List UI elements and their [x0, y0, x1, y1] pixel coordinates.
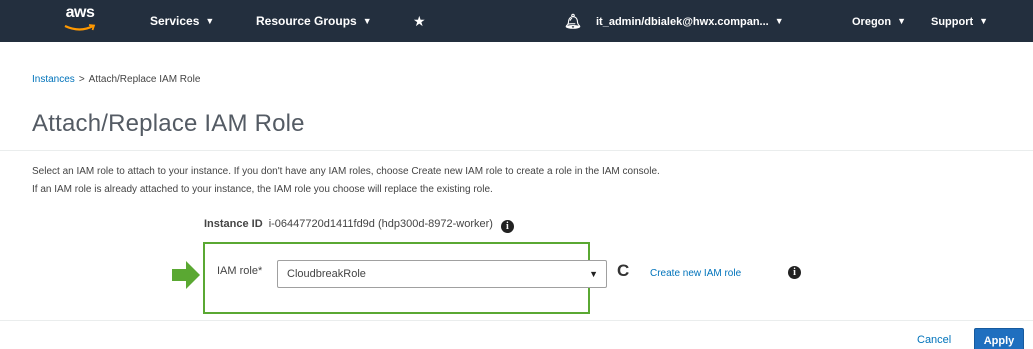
chevron-down-icon: ▼ [362, 16, 372, 26]
chevron-down-icon: ▼ [979, 16, 989, 26]
apply-button[interactable]: Apply [974, 328, 1024, 349]
aws-logo-text: aws [65, 4, 95, 21]
chevron-down-icon: ▼ [897, 16, 907, 26]
breadcrumb: Instances > Attach/Replace IAM Role [32, 74, 200, 85]
chevron-down-icon: ▼ [774, 16, 784, 26]
iam-role-select[interactable]: CloudbreakRole ▼ [277, 260, 607, 288]
aws-logo[interactable]: aws [62, 3, 98, 37]
support-menu[interactable]: Support ▼ [931, 0, 988, 42]
chevron-down-icon: ▼ [205, 16, 215, 26]
refresh-icon[interactable]: C [617, 261, 629, 281]
breadcrumb-separator: > [78, 74, 85, 85]
instance-id-label: Instance ID [204, 218, 263, 230]
resource-groups-menu[interactable]: Resource Groups ▼ [256, 0, 372, 42]
breadcrumb-current: Attach/Replace IAM Role [88, 74, 201, 85]
instance-id-row: Instance ID i-06447720d1411fd9d (hdp300d-… [204, 218, 514, 233]
info-icon[interactable]: i [500, 220, 514, 233]
create-new-iam-role-link[interactable]: Create new IAM role [650, 268, 741, 279]
bell-icon[interactable]: 🔔︎ [564, 0, 582, 42]
pin-icon[interactable]: ★ [413, 0, 426, 42]
instance-id-value: i-06447720d1411fd9d (hdp300d-8972-worker… [268, 218, 493, 230]
support-label: Support [931, 16, 974, 28]
aws-smile-icon [64, 24, 96, 31]
breadcrumb-instances-link[interactable]: Instances [32, 74, 75, 85]
top-nav-bar: aws Services ▼ Resource Groups ▼ ★ 🔔︎ it_a… [0, 0, 1033, 42]
services-menu[interactable]: Services ▼ [150, 0, 214, 42]
iam-role-label: IAM role* [217, 265, 262, 277]
divider [0, 150, 1033, 151]
dropdown-caret-icon: ▼ [589, 269, 598, 279]
description-line-1: Select an IAM role to attach to your ins… [32, 166, 660, 177]
divider [0, 320, 1033, 321]
account-label: it_admin/dbialek@hwx.compan... [596, 16, 769, 28]
region-label: Oregon [852, 16, 892, 28]
description-line-2: If an IAM role is already attached to yo… [32, 184, 493, 195]
account-menu[interactable]: it_admin/dbialek@hwx.compan... ▼ [596, 0, 784, 42]
cancel-button[interactable]: Cancel [917, 334, 951, 346]
services-label: Services [150, 14, 200, 28]
required-marker: * [257, 265, 263, 277]
page-title: Attach/Replace IAM Role [32, 110, 305, 137]
iam-role-label-text: IAM role [217, 265, 258, 277]
info-icon[interactable]: i [788, 266, 801, 279]
resource-groups-label: Resource Groups [256, 14, 357, 28]
region-menu[interactable]: Oregon ▼ [852, 0, 906, 42]
green-arrow-icon [172, 261, 200, 289]
iam-role-value: CloudbreakRole [287, 268, 366, 280]
